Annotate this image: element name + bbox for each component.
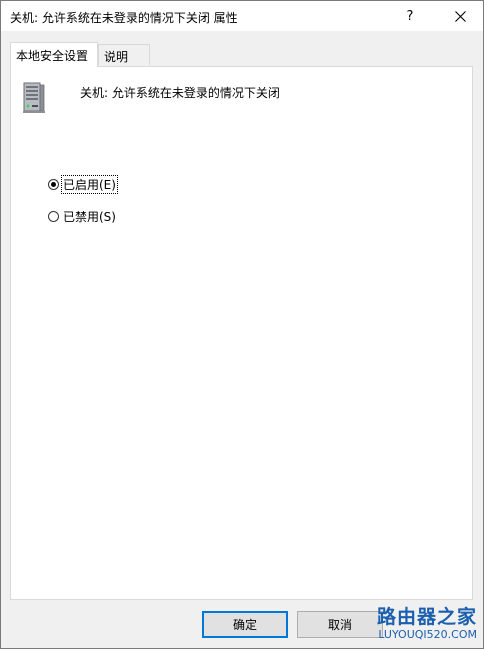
policy-name: 关机: 允许系统在未登录的情况下关闭 (80, 86, 280, 100)
tab-label: 本地安全设置 (16, 49, 89, 63)
server-icon (23, 82, 45, 113)
cancel-button[interactable]: 取消 (297, 611, 383, 638)
cancel-button-label: 取消 (327, 618, 352, 632)
radio-enabled[interactable]: 已启用(E) (48, 175, 118, 194)
tab-explain[interactable]: 说明 (98, 44, 150, 65)
radio-button-unchecked[interactable] (48, 211, 59, 222)
site-watermark: 路由器之家 LUYOUQI520.COM (376, 606, 477, 641)
properties-dialog: 关机: 允许系统在未登录的情况下关闭 属性 ? 本地安全设置 说明 关机: 允许… (0, 0, 484, 649)
title-bar: 关机: 允许系统在未登录的情况下关闭 属性 ? (1, 1, 483, 31)
tab-local-security-setting[interactable]: 本地安全设置 (10, 42, 98, 67)
tab-label: 说明 (104, 50, 129, 64)
watermark-url: LUYOUQI520.COM (378, 628, 477, 641)
radio-enabled-label[interactable]: 已启用(E) (61, 175, 118, 194)
help-button[interactable]: ? (387, 1, 433, 31)
close-icon (454, 10, 466, 22)
radio-disabled-label[interactable]: 已禁用(S) (62, 208, 117, 225)
radio-disabled[interactable]: 已禁用(S) (48, 208, 117, 225)
ok-button-label: 确定 (232, 618, 257, 632)
radio-button-checked[interactable] (48, 179, 59, 190)
watermark-title: 路由器之家 (376, 606, 477, 628)
tab-panel: 关机: 允许系统在未登录的情况下关闭 已启用(E) 已禁用(S) (10, 66, 473, 600)
ok-button[interactable]: 确定 (202, 611, 288, 638)
window-title: 关机: 允许系统在未登录的情况下关闭 属性 (10, 11, 238, 25)
close-button[interactable] (437, 1, 483, 31)
help-button-label: ? (406, 8, 414, 24)
